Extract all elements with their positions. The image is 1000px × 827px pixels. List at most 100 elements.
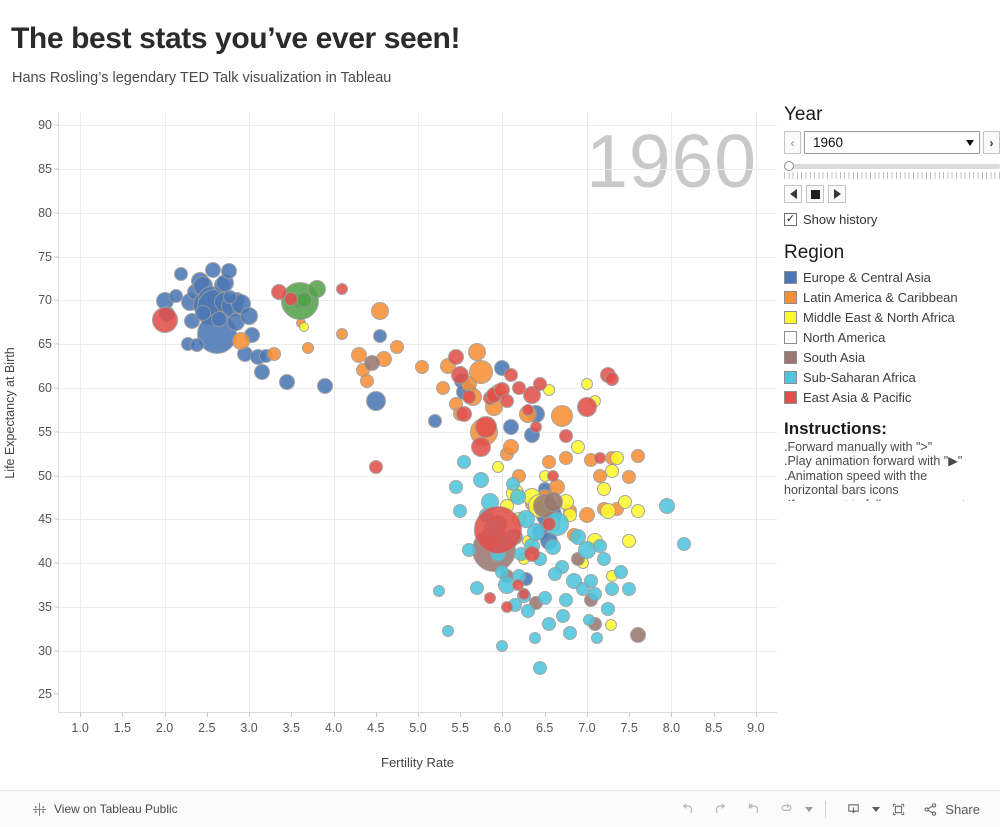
revert-icon[interactable] (738, 796, 768, 822)
slider-track[interactable] (792, 164, 1000, 169)
data-point-bubble[interactable] (471, 437, 492, 458)
data-point-bubble[interactable] (592, 538, 607, 553)
data-point-bubble[interactable] (591, 631, 604, 644)
data-point-bubble[interactable] (659, 498, 676, 515)
legend-item[interactable]: Latin America & Caribbean (784, 287, 1000, 307)
data-point-bubble[interactable] (360, 373, 375, 388)
data-point-bubble[interactable] (545, 539, 562, 556)
data-point-bubble[interactable] (448, 349, 464, 366)
year-slider[interactable] (784, 161, 1000, 171)
data-point-bubble[interactable] (521, 403, 534, 416)
data-point-bubble[interactable] (365, 391, 386, 412)
data-point-bubble[interactable] (547, 469, 560, 482)
refresh-dropdown-caret-icon[interactable] (805, 806, 814, 812)
data-point-bubble[interactable] (511, 578, 524, 591)
data-point-bubble[interactable] (558, 592, 573, 607)
data-point-bubble[interactable] (547, 566, 562, 581)
data-point-bubble[interactable] (503, 367, 518, 382)
data-point-bubble[interactable] (556, 608, 571, 623)
year-dropdown[interactable]: 1960 (804, 131, 980, 154)
undo-icon[interactable] (672, 796, 702, 822)
data-point-bubble[interactable] (605, 464, 620, 479)
data-point-bubble[interactable] (541, 617, 556, 632)
data-point-bubble[interactable] (284, 291, 299, 306)
data-point-bubble[interactable] (502, 438, 519, 455)
data-point-bubble[interactable] (220, 262, 237, 279)
data-point-bubble[interactable] (240, 307, 259, 326)
data-point-bubble[interactable] (605, 372, 620, 387)
data-point-bubble[interactable] (298, 321, 309, 332)
data-point-bubble[interactable] (530, 421, 543, 434)
data-point-bubble[interactable] (509, 489, 526, 506)
data-point-bubble[interactable] (370, 301, 389, 320)
data-point-bubble[interactable] (601, 601, 616, 616)
data-point-bubble[interactable] (302, 342, 315, 355)
data-point-bubble[interactable] (596, 551, 611, 566)
data-point-bubble[interactable] (461, 542, 476, 557)
year-prev-button[interactable]: ‹ (784, 131, 801, 154)
view-on-tableau-public-link[interactable]: View on Tableau Public (32, 802, 178, 817)
data-point-bubble[interactable] (441, 625, 454, 638)
data-point-bubble[interactable] (451, 365, 470, 384)
data-point-bubble[interactable] (368, 459, 383, 474)
data-point-bubble[interactable] (609, 450, 624, 465)
data-point-bubble[interactable] (335, 282, 348, 295)
data-point-bubble[interactable] (335, 327, 348, 340)
data-point-bubble[interactable] (677, 536, 692, 551)
data-point-bubble[interactable] (496, 640, 509, 653)
data-point-bubble[interactable] (622, 470, 637, 485)
data-point-bubble[interactable] (474, 505, 523, 554)
step-backward-button[interactable] (784, 185, 802, 203)
data-point-bubble[interactable] (389, 339, 404, 354)
data-point-bubble[interactable] (470, 580, 485, 595)
data-point-bubble[interactable] (502, 419, 519, 436)
data-point-bubble[interactable] (363, 355, 380, 372)
download-icon[interactable] (838, 796, 868, 822)
data-point-bubble[interactable] (500, 600, 513, 613)
data-point-bubble[interactable] (456, 406, 473, 423)
legend-item[interactable]: South Asia (784, 347, 1000, 367)
data-point-bubble[interactable] (427, 414, 442, 429)
data-point-bubble[interactable] (461, 389, 476, 404)
data-point-bubble[interactable] (622, 534, 637, 549)
data-point-bubble[interactable] (550, 404, 573, 427)
data-point-bubble[interactable] (604, 619, 617, 632)
data-point-bubble[interactable] (194, 305, 211, 322)
data-point-bubble[interactable] (473, 471, 490, 488)
data-point-bubble[interactable] (151, 306, 178, 333)
redo-icon[interactable] (705, 796, 735, 822)
data-point-bubble[interactable] (629, 626, 646, 643)
show-history-checkbox[interactable]: ✓ (784, 213, 797, 226)
data-point-bubble[interactable] (528, 631, 541, 644)
data-point-bubble[interactable] (317, 378, 334, 395)
data-point-bubble[interactable] (593, 451, 606, 464)
data-point-bubble[interactable] (449, 479, 463, 494)
show-history-row[interactable]: ✓ Show history (784, 212, 1000, 227)
data-point-bubble[interactable] (622, 582, 637, 597)
data-point-bubble[interactable] (174, 267, 189, 282)
share-button[interactable]: Share (916, 801, 980, 818)
data-point-bubble[interactable] (295, 292, 312, 309)
data-point-bubble[interactable] (211, 310, 228, 327)
data-point-bubble[interactable] (433, 585, 446, 598)
data-point-bubble[interactable] (436, 380, 451, 395)
year-next-button[interactable]: › (983, 131, 1000, 154)
data-point-bubble[interactable] (253, 364, 270, 381)
data-point-bubble[interactable] (457, 455, 472, 470)
data-point-bubble[interactable] (520, 604, 535, 619)
data-point-bubble[interactable] (543, 491, 564, 512)
data-point-bubble[interactable] (533, 376, 548, 391)
data-point-bubble[interactable] (231, 332, 250, 351)
data-point-bubble[interactable] (189, 337, 204, 352)
fullscreen-icon[interactable] (883, 796, 913, 822)
data-point-bubble[interactable] (578, 506, 595, 523)
data-point-bubble[interactable] (563, 626, 578, 641)
data-point-bubble[interactable] (533, 661, 548, 676)
data-point-bubble[interactable] (267, 346, 282, 361)
legend-item[interactable]: Middle East & North Africa (784, 307, 1000, 327)
data-point-bubble[interactable] (582, 614, 595, 627)
refresh-icon[interactable] (771, 796, 801, 822)
download-dropdown-caret-icon[interactable] (872, 806, 881, 812)
data-point-bubble[interactable] (596, 481, 611, 496)
data-point-bubble[interactable] (630, 449, 645, 464)
